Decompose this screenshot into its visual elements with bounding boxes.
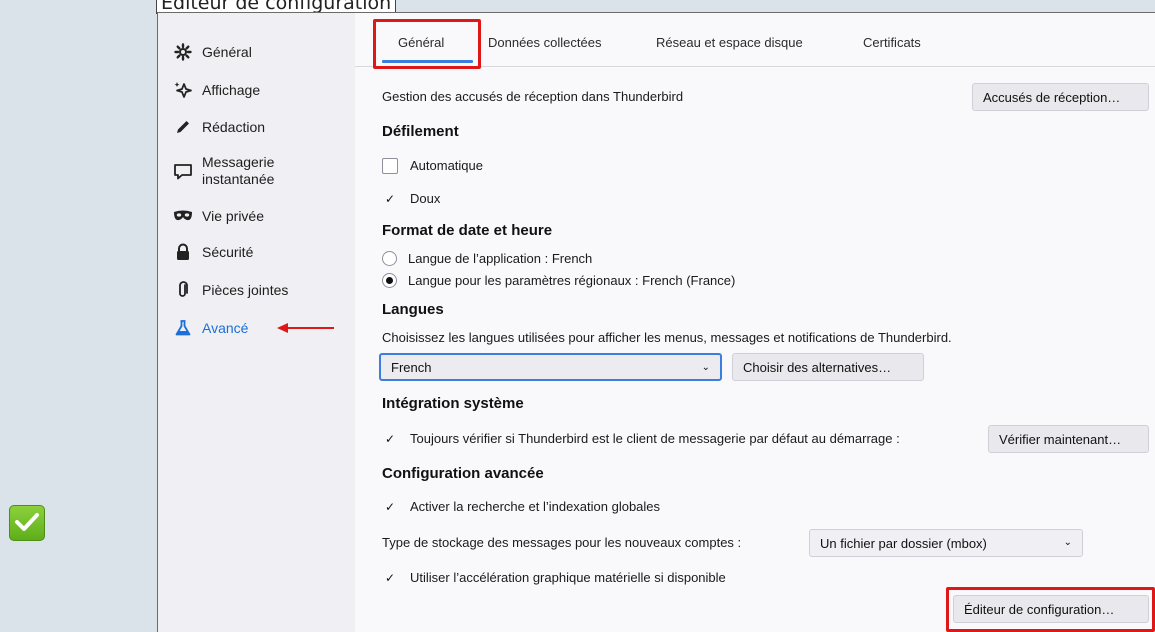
choose-alternatives-button[interactable]: Choisir des alternatives… <box>732 353 924 381</box>
automatic-scroll-label: Automatique <box>410 158 483 173</box>
sidebar-item-composition[interactable]: Rédaction <box>172 118 265 136</box>
flask-icon <box>172 319 194 337</box>
tab-certificates[interactable]: Certificats <box>863 35 921 50</box>
mask-icon <box>172 207 194 225</box>
gear-icon <box>172 43 194 61</box>
regional-locale-label: Langue pour les paramètres régionaux : F… <box>408 273 736 288</box>
chevron-down-icon: ⌄ <box>1063 537 1072 548</box>
smooth-scroll-label: Doux <box>410 191 441 206</box>
sidebar-item-label: Vie privée <box>202 207 265 224</box>
hw-accel-label: Utiliser l’accélération graphique matéri… <box>410 570 726 585</box>
section-heading-languages: Langues <box>382 301 444 318</box>
highlight-box-config-editor <box>946 587 1155 632</box>
automatic-scroll-checkbox[interactable] <box>382 158 398 174</box>
section-heading-scrolling: Défilement <box>382 123 459 140</box>
sidebar-item-display[interactable]: Affichage <box>172 81 260 99</box>
sidebar: Général Affichage Rédaction Messagerie i… <box>158 13 355 632</box>
pen-icon <box>172 118 194 136</box>
sidebar-item-label: Sécurité <box>202 243 254 260</box>
default-client-label: Toujours vérifier si Thunderbird est le … <box>410 431 900 446</box>
hw-accel-checkbox[interactable]: ✓ <box>382 570 398 586</box>
sidebar-item-label: Pièces jointes <box>202 281 289 298</box>
language-select[interactable]: French ⌄ <box>379 353 722 381</box>
lock-icon <box>172 243 194 261</box>
language-select-value: French <box>391 359 432 375</box>
global-search-checkbox[interactable]: ✓ <box>382 499 398 515</box>
app-locale-radio[interactable] <box>382 251 397 266</box>
smooth-scroll-checkbox[interactable]: ✓ <box>382 191 398 207</box>
sidebar-item-privacy[interactable]: Vie privée <box>172 207 264 225</box>
sidebar-item-label: Affichage <box>202 81 261 98</box>
sidebar-item-advanced[interactable]: Avancé <box>172 319 248 337</box>
storage-type-label: Type de stockage des messages pour les n… <box>382 535 742 550</box>
section-heading-advanced: Configuration avancée <box>382 465 544 482</box>
section-heading-integration: Intégration système <box>382 395 524 412</box>
storage-type-value: Un fichier par dossier (mbox) <box>820 535 987 551</box>
sidebar-item-label: Avancé <box>202 319 249 336</box>
storage-type-select[interactable]: Un fichier par dossier (mbox) ⌄ <box>809 529 1083 557</box>
sidebar-item-label: instantanée <box>202 171 275 187</box>
checkmark-icon <box>14 511 40 536</box>
paperclip-icon <box>172 281 194 299</box>
section-heading-datetime: Format de date et heure <box>382 222 553 239</box>
tab-collected-data[interactable]: Données collectées <box>488 35 601 50</box>
highlight-box-tab <box>373 19 481 69</box>
chat-icon <box>172 162 194 180</box>
receipts-text: Gestion des accusés de réception dans Th… <box>382 89 684 104</box>
regional-locale-radio[interactable] <box>382 273 397 288</box>
sidebar-item-label: Général <box>202 43 252 60</box>
sidebar-item-general[interactable]: Général <box>172 43 252 61</box>
global-search-label: Activer la recherche et l’indexation glo… <box>410 499 661 514</box>
success-badge <box>9 505 45 541</box>
settings-panel: Général Données collectées Réseau et esp… <box>355 13 1155 632</box>
check-now-button[interactable]: Vérifier maintenant… <box>988 425 1149 453</box>
tab-network-disk[interactable]: Réseau et espace disque <box>656 35 803 50</box>
sparkle-icon <box>172 81 194 99</box>
red-arrow-icon <box>276 322 336 337</box>
sidebar-item-label: Rédaction <box>202 118 266 135</box>
sidebar-item-label: Messagerie <box>202 154 275 170</box>
default-client-checkbox[interactable]: ✓ <box>382 431 398 447</box>
app-locale-label: Langue de l’application : French <box>408 251 593 266</box>
receipts-button[interactable]: Accusés de réception… <box>972 83 1149 111</box>
sidebar-item-attachments[interactable]: Pièces jointes <box>172 281 288 299</box>
sidebar-item-security[interactable]: Sécurité <box>172 243 253 261</box>
languages-description: Choisissez les langues utilisées pour af… <box>382 330 952 345</box>
chevron-down-icon: ⌄ <box>701 362 710 373</box>
sidebar-item-chat[interactable]: Messagerie instantanée <box>172 154 274 188</box>
